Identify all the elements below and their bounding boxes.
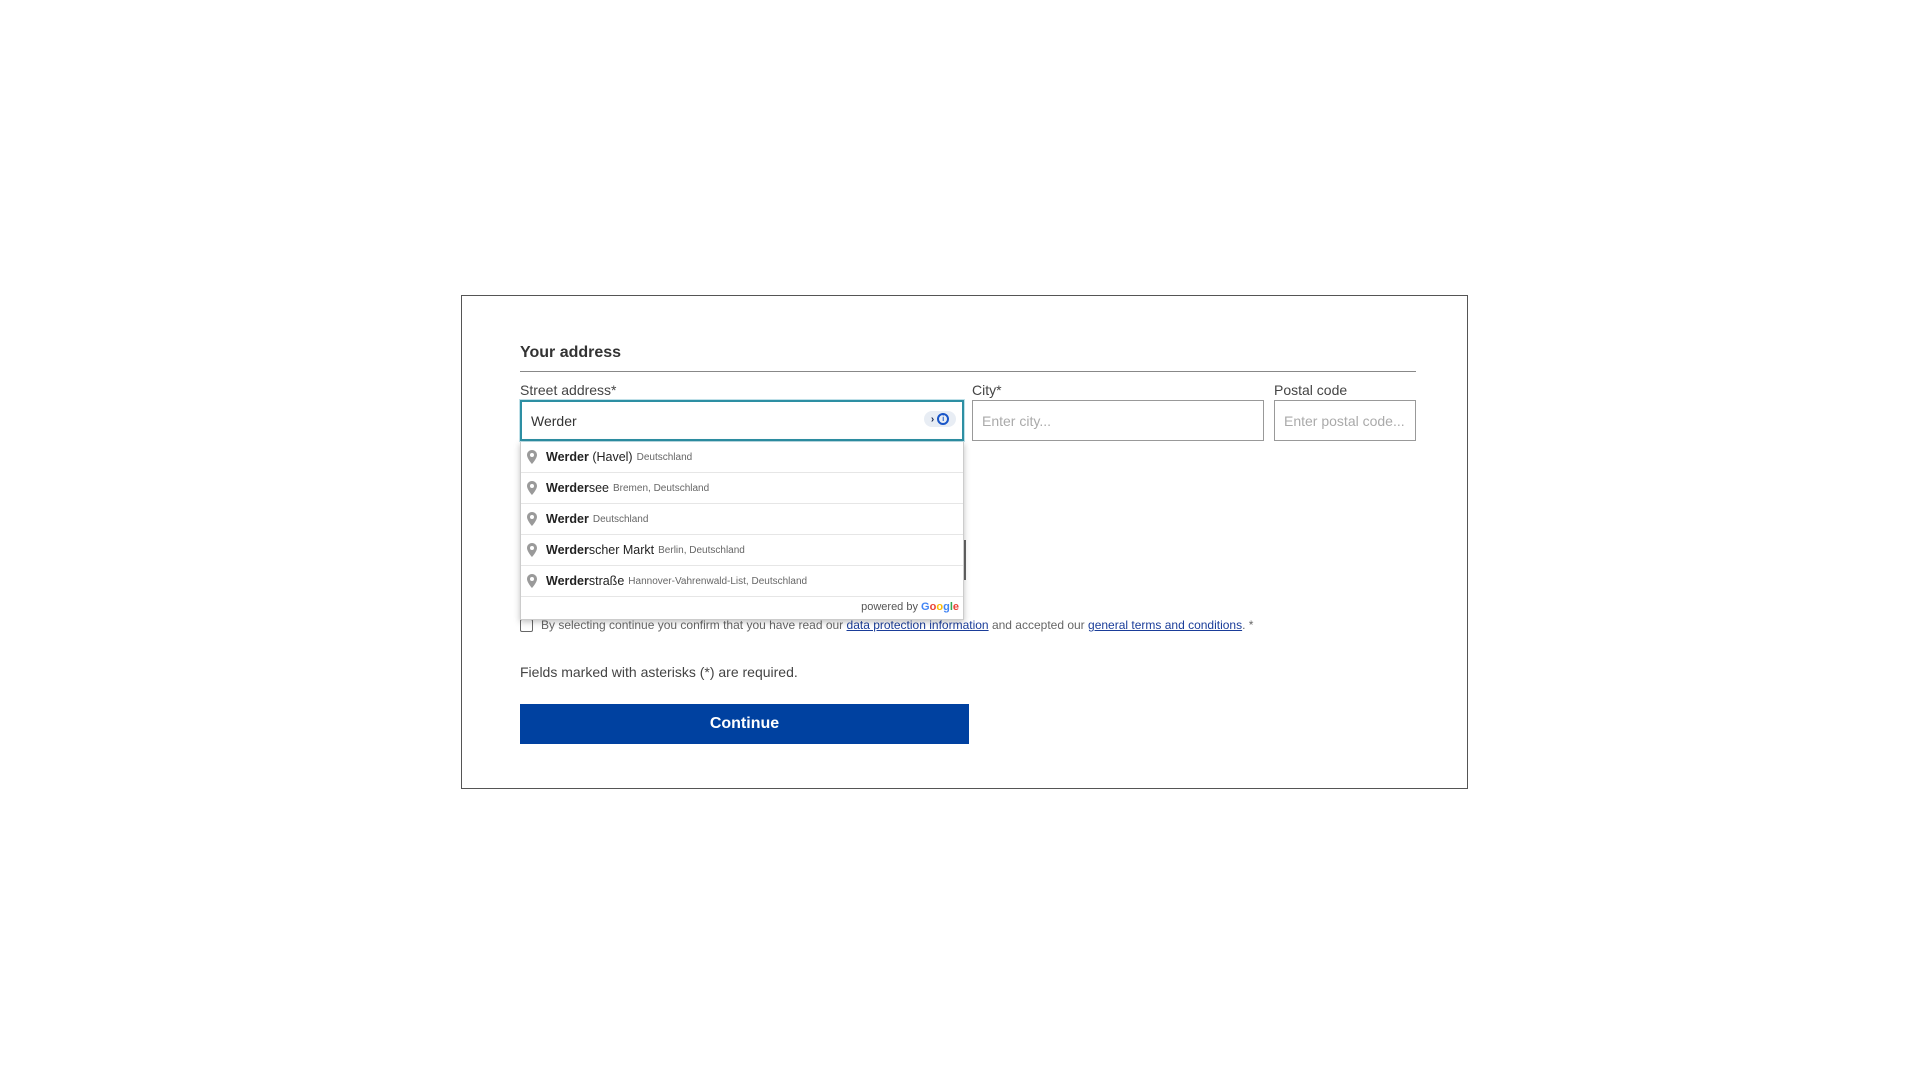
section-title: Your address <box>520 344 1416 372</box>
postal-label: Postal code <box>1274 382 1348 398</box>
powered-by-google: powered by Google <box>521 596 963 619</box>
map-pin-icon <box>527 450 537 464</box>
map-pin-icon <box>527 512 537 526</box>
password-manager-icon[interactable]: › i <box>924 411 956 427</box>
city-input[interactable] <box>972 400 1264 441</box>
data-protection-link[interactable]: data protection information <box>847 618 989 632</box>
suggestion-main: Werderscher Markt <box>546 543 655 557</box>
suggestion-main: Werderstraße <box>546 574 625 588</box>
postal-field: Postal code <box>1274 381 1416 441</box>
street-input[interactable] <box>520 400 964 441</box>
privacy-checkbox[interactable] <box>520 619 533 632</box>
address-form-frame: Your address Street address* › i City* P… <box>461 295 1468 789</box>
lock-icon: i <box>937 413 950 425</box>
address-form: Your address Street address* › i City* P… <box>520 344 1416 744</box>
postal-input[interactable] <box>1274 400 1416 441</box>
suggestion-secondary: Bremen, Deutschland <box>613 482 710 494</box>
suggestion-main: Werder <box>546 512 589 526</box>
map-pin-icon <box>527 543 537 557</box>
suggestion-item[interactable]: Werderscher Markt Berlin, Deutschland <box>521 534 963 565</box>
suggestion-secondary: Berlin, Deutschland <box>658 544 745 556</box>
map-pin-icon <box>527 574 537 588</box>
suggestion-item[interactable]: Werderstraße Hannover-Vahrenwald-List, D… <box>521 565 963 596</box>
suggestion-main: Werdersee <box>546 481 609 495</box>
address-row: Street address* › i City* Postal code We… <box>520 381 1416 620</box>
suggestion-secondary: Deutschland <box>592 513 649 525</box>
suggestion-item[interactable]: Werder (Havel) Deutschland <box>521 442 963 472</box>
suggestion-item[interactable]: Werdersee Bremen, Deutschland <box>521 472 963 503</box>
required-note: Fields marked with asterisks (*) are req… <box>520 664 798 680</box>
chevron-right-icon: › <box>930 413 935 425</box>
obscured-field-edge <box>964 540 966 580</box>
street-label: Street address* <box>520 382 617 398</box>
continue-button[interactable]: Continue <box>520 704 969 744</box>
suggestion-secondary: Hannover-Vahrenwald-List, Deutschland <box>628 575 808 587</box>
city-label: City* <box>972 382 1002 398</box>
map-pin-icon <box>527 481 537 495</box>
suggestion-secondary: Deutschland <box>636 451 693 463</box>
terms-link[interactable]: general terms and conditions <box>1088 618 1242 632</box>
street-field: Street address* › i <box>520 381 964 441</box>
suggestion-main: Werder (Havel) <box>546 450 633 464</box>
autocomplete-dropdown: Werder (Havel) Deutschland Werdersee Bre… <box>520 442 964 620</box>
suggestion-item[interactable]: Werder Deutschland <box>521 503 963 534</box>
city-field: City* <box>972 381 1264 441</box>
